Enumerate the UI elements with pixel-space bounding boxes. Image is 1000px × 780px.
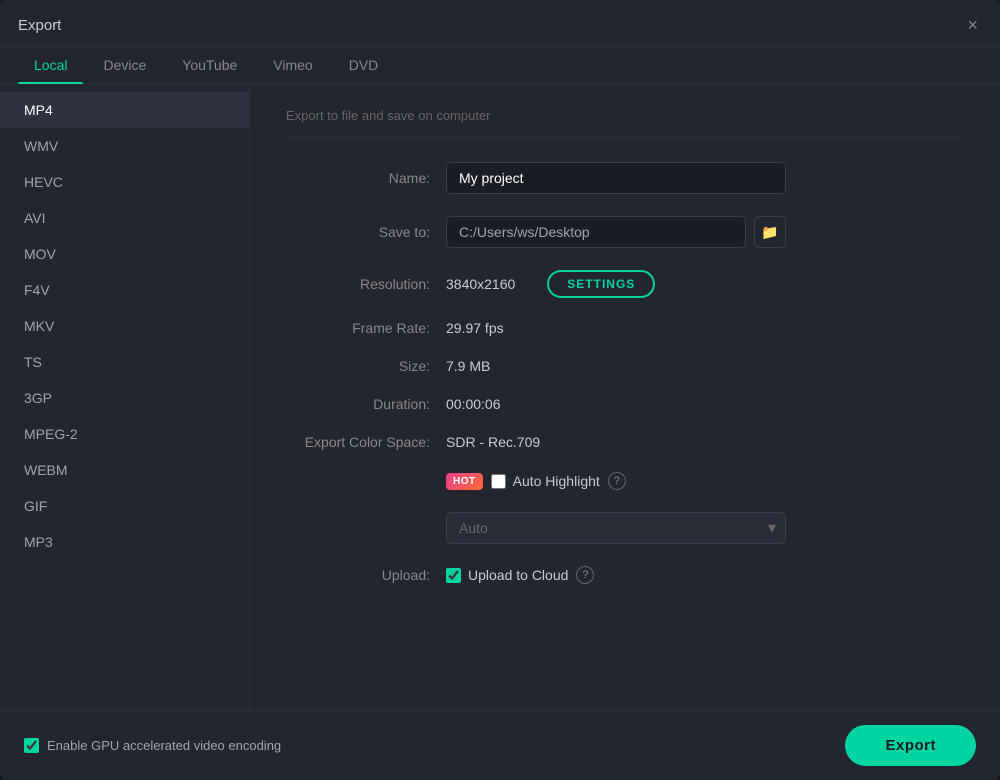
footer: Enable GPU accelerated video encoding Ex… bbox=[0, 710, 1000, 780]
duration-row: Duration: 00:00:06 bbox=[286, 396, 964, 412]
auto-highlight-info-icon[interactable]: ? bbox=[608, 472, 626, 490]
save-to-wrapper: 📁 bbox=[446, 216, 786, 248]
tab-dvd[interactable]: DVD bbox=[333, 47, 395, 83]
resolution-wrapper: 3840x2160 SETTINGS bbox=[446, 270, 655, 298]
auto-highlight-wrapper: HOT Auto Highlight ? bbox=[446, 472, 626, 490]
duration-value: 00:00:06 bbox=[446, 396, 964, 412]
upload-to-cloud-checkbox[interactable] bbox=[446, 568, 461, 583]
format-mkv[interactable]: MKV bbox=[0, 308, 249, 344]
upload-row: Upload: Upload to Cloud ? bbox=[286, 566, 964, 584]
upload-wrapper: Upload to Cloud ? bbox=[446, 566, 594, 584]
format-3gp[interactable]: 3GP bbox=[0, 380, 249, 416]
save-to-input[interactable] bbox=[446, 216, 746, 248]
name-label: Name: bbox=[286, 170, 446, 186]
auto-highlight-checkbox-label[interactable]: Auto Highlight bbox=[491, 473, 600, 489]
tab-device[interactable]: Device bbox=[87, 47, 162, 83]
auto-dropdown-row: Auto bbox=[446, 512, 964, 544]
color-space-row: Export Color Space: SDR - Rec.709 bbox=[286, 434, 964, 450]
upload-to-cloud-text: Upload to Cloud bbox=[468, 567, 568, 583]
save-to-row: Save to: 📁 bbox=[286, 216, 964, 248]
gpu-encoding-checkbox[interactable] bbox=[24, 738, 39, 753]
resolution-row: Resolution: 3840x2160 SETTINGS bbox=[286, 270, 964, 298]
export-button[interactable]: Export bbox=[845, 725, 976, 766]
tab-local[interactable]: Local bbox=[18, 47, 83, 83]
section-description: Export to file and save on computer bbox=[286, 108, 964, 138]
folder-browse-button[interactable]: 📁 bbox=[754, 216, 786, 248]
title-bar: Export × bbox=[0, 0, 1000, 47]
name-row: Name: bbox=[286, 162, 964, 194]
format-webm[interactable]: WEBM bbox=[0, 452, 249, 488]
format-f4v[interactable]: F4V bbox=[0, 272, 249, 308]
auto-highlight-text: Auto Highlight bbox=[513, 473, 600, 489]
color-space-label: Export Color Space: bbox=[286, 434, 446, 450]
tab-youtube[interactable]: YouTube bbox=[166, 47, 253, 83]
auto-highlight-row: HOT Auto Highlight ? bbox=[286, 472, 964, 490]
format-mp3[interactable]: MP3 bbox=[0, 524, 249, 560]
resolution-value: 3840x2160 bbox=[446, 276, 515, 292]
tab-vimeo[interactable]: Vimeo bbox=[257, 47, 328, 83]
close-button[interactable]: × bbox=[963, 14, 982, 36]
upload-to-cloud-label[interactable]: Upload to Cloud bbox=[446, 567, 568, 583]
size-row: Size: 7.9 MB bbox=[286, 358, 964, 374]
format-wmv[interactable]: WMV bbox=[0, 128, 249, 164]
resolution-label: Resolution: bbox=[286, 276, 446, 292]
size-value: 7.9 MB bbox=[446, 358, 964, 374]
color-space-value: SDR - Rec.709 bbox=[446, 434, 964, 450]
dialog-body: MP4 WMV HEVC AVI MOV F4V MKV TS 3GP MPEG… bbox=[0, 84, 1000, 710]
frame-rate-value: 29.97 fps bbox=[446, 320, 964, 336]
gpu-encoding-text: Enable GPU accelerated video encoding bbox=[47, 738, 281, 753]
hot-badge: HOT bbox=[446, 473, 483, 490]
auto-highlight-checkbox[interactable] bbox=[491, 474, 506, 489]
format-mp4[interactable]: MP4 bbox=[0, 92, 249, 128]
format-sidebar: MP4 WMV HEVC AVI MOV F4V MKV TS 3GP MPEG… bbox=[0, 84, 250, 710]
format-hevc[interactable]: HEVC bbox=[0, 164, 249, 200]
format-mov[interactable]: MOV bbox=[0, 236, 249, 272]
duration-label: Duration: bbox=[286, 396, 446, 412]
auto-select[interactable]: Auto bbox=[446, 512, 786, 544]
folder-icon: 📁 bbox=[761, 224, 778, 241]
format-avi[interactable]: AVI bbox=[0, 200, 249, 236]
size-label: Size: bbox=[286, 358, 446, 374]
name-input[interactable] bbox=[446, 162, 786, 194]
export-dialog: Export × Local Device YouTube Vimeo DVD … bbox=[0, 0, 1000, 780]
gpu-encoding-label[interactable]: Enable GPU accelerated video encoding bbox=[24, 738, 281, 753]
format-ts[interactable]: TS bbox=[0, 344, 249, 380]
format-mpeg2[interactable]: MPEG-2 bbox=[0, 416, 249, 452]
upload-info-icon[interactable]: ? bbox=[576, 566, 594, 584]
main-content: Export to file and save on computer Name… bbox=[250, 84, 1000, 710]
auto-select-wrapper: Auto bbox=[446, 512, 786, 544]
frame-rate-row: Frame Rate: 29.97 fps bbox=[286, 320, 964, 336]
settings-button[interactable]: SETTINGS bbox=[547, 270, 655, 298]
frame-rate-label: Frame Rate: bbox=[286, 320, 446, 336]
format-gif[interactable]: GIF bbox=[0, 488, 249, 524]
save-to-label: Save to: bbox=[286, 224, 446, 240]
upload-label: Upload: bbox=[286, 567, 446, 583]
dialog-title: Export bbox=[18, 17, 61, 34]
tabs-bar: Local Device YouTube Vimeo DVD bbox=[0, 47, 1000, 84]
